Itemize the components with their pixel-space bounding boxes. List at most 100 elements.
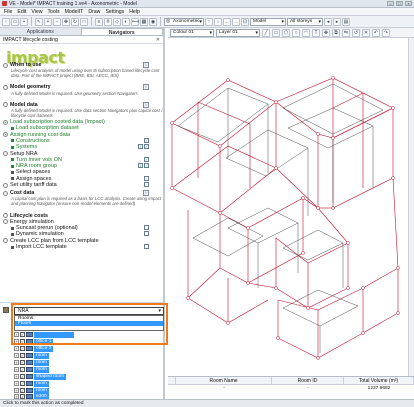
tree-item[interactable]: + ✓ room	[14, 366, 49, 373]
tree-item[interactable]: + ✓ shaped room	[14, 373, 66, 380]
new-icon[interactable]: ▫	[2, 17, 10, 26]
measure-icon[interactable]: ⟷	[131, 17, 139, 26]
model-select[interactable]: Model	[250, 17, 286, 26]
select-icon[interactable]: ↖	[35, 17, 43, 26]
col-room-name[interactable]: Room Name	[176, 377, 272, 385]
menu-file[interactable]: File	[4, 9, 12, 15]
line-icon[interactable]: ╱	[262, 28, 270, 37]
tree-item[interactable]: + ✓ office 1	[14, 338, 54, 345]
layer-select[interactable]: Layer 01	[216, 28, 260, 37]
action-assign-spaces[interactable]: Assign spaces	[16, 176, 51, 182]
room-group-select[interactable]: NRA	[14, 307, 164, 315]
layers-icon[interactable]: ≡	[95, 17, 103, 26]
storeys-select[interactable]: All storeys	[287, 17, 323, 26]
info-icon[interactable]: i	[143, 84, 149, 91]
action-utility-tariff[interactable]: Set utility tariff data	[10, 182, 57, 188]
option-floors[interactable]: Floors	[15, 321, 163, 326]
tariff-checkbox[interactable]	[144, 181, 149, 187]
zoom-in-icon[interactable]: +	[44, 17, 52, 26]
rotate-obj-icon[interactable]: ↺	[352, 28, 360, 37]
redo-icon[interactable]: ↷	[382, 28, 390, 37]
storey-next-icon[interactable]: ▸	[333, 17, 341, 26]
mirror-icon[interactable]: ⇋	[342, 28, 350, 37]
action-setup-nra[interactable]: Setup NRA	[10, 151, 38, 157]
step-radio[interactable]	[3, 238, 8, 244]
action-load-dataset[interactable]: Load subscription dataset	[16, 125, 79, 131]
view-down-icon[interactable]: ↓	[214, 17, 222, 26]
view-left-icon[interactable]: ←	[223, 17, 231, 26]
minimize-button[interactable]: –	[387, 1, 394, 6]
close-button[interactable]: ×	[405, 1, 412, 6]
col-total-volume[interactable]: Total Volume (m³)	[344, 377, 414, 385]
step-radio[interactable]	[3, 62, 8, 68]
open-icon[interactable]: ▭	[11, 17, 19, 26]
view-right-icon[interactable]: →	[232, 17, 240, 26]
action-energy-simulation[interactable]: Energy simulation	[10, 219, 54, 225]
poly-icon[interactable]: ⬠	[282, 28, 290, 37]
render-icon[interactable]: ◐	[122, 17, 130, 26]
circle-icon[interactable]: ○	[292, 28, 300, 37]
fit-icon[interactable]: □	[80, 17, 88, 26]
info-icon[interactable]: i	[143, 190, 149, 197]
tab-applications[interactable]: Applications	[0, 28, 81, 35]
menu-settings[interactable]: Settings	[105, 9, 124, 15]
step-radio[interactable]	[3, 213, 8, 219]
nra-checkbox[interactable]: ✓	[144, 162, 149, 168]
action-create-lcc[interactable]: Create LCC plan from LCC template	[10, 238, 99, 244]
move-icon[interactable]: ✥	[322, 28, 330, 37]
action-nra-room-group[interactable]: NRA room group	[16, 163, 57, 169]
action-dynamic-simulation[interactable]: Dynamic simulation	[16, 231, 64, 237]
storey-all-icon[interactable]: ▤	[342, 17, 350, 26]
menu-help[interactable]: Help	[129, 9, 140, 15]
viewport-scrollbar[interactable]	[408, 38, 414, 376]
action-suncast[interactable]: Suncast prerun (optional)	[16, 225, 78, 231]
tree-item[interactable]: + ✓	[14, 331, 74, 338]
step-radio[interactable]	[3, 119, 8, 125]
menu-draw[interactable]: Draw	[88, 9, 100, 15]
view-up-icon[interactable]: ↑	[205, 17, 213, 26]
copy-icon[interactable]: ⧉	[332, 28, 340, 37]
save-icon[interactable]: ▪	[20, 17, 28, 26]
action-select-spaces[interactable]: Select spaces	[16, 169, 50, 175]
info-icon[interactable]: i	[138, 144, 143, 150]
step-radio[interactable]	[3, 219, 8, 225]
step-radio[interactable]	[3, 132, 8, 138]
storey-prev-icon[interactable]: ◂	[324, 17, 332, 26]
zoom-out-icon[interactable]: −	[53, 17, 61, 26]
tree-item[interactable]: + ✓ room	[14, 359, 49, 366]
close-icon[interactable]: ✕	[156, 37, 160, 43]
pan-icon[interactable]: ✥	[62, 17, 70, 26]
model-viewport[interactable]	[168, 38, 414, 376]
arc-icon[interactable]: ◠	[302, 28, 310, 37]
maximize-button[interactable]: □	[396, 1, 403, 6]
rect-icon[interactable]: ▭	[272, 28, 280, 37]
text-icon[interactable]: T	[312, 28, 320, 37]
action-constructions[interactable]: Constructions	[16, 138, 50, 144]
action-import-lcc[interactable]: Import LCC template	[16, 244, 67, 250]
info-icon[interactable]: i	[143, 62, 149, 68]
step-radio[interactable]	[3, 84, 8, 90]
undo-icon[interactable]: ↶	[372, 28, 380, 37]
menu-modelit[interactable]: ModelIT	[65, 9, 84, 15]
view-front-icon[interactable]: ⊡	[241, 17, 249, 26]
info-icon[interactable]: i	[138, 162, 143, 168]
step-radio[interactable]	[3, 151, 8, 157]
systems-checkbox[interactable]: ✓	[144, 144, 149, 150]
col-room-id[interactable]: Room ID	[272, 377, 344, 385]
assign-spaces-checkbox[interactable]	[144, 175, 149, 181]
turn-on-checkbox[interactable]: ✓	[144, 156, 149, 162]
constructions-checkbox[interactable]: ✓	[144, 137, 149, 143]
import-lcc-checkbox[interactable]	[144, 243, 149, 249]
action-systems[interactable]: Systems	[16, 144, 37, 150]
menu-tools[interactable]: Tools	[47, 9, 59, 15]
step-radio[interactable]	[3, 102, 8, 108]
colour-select[interactable]: Colour 01	[170, 28, 214, 37]
snap-icon[interactable]: ◇	[113, 17, 121, 26]
camera-icon[interactable]: ◉	[149, 17, 157, 26]
menu-view[interactable]: View	[31, 9, 42, 15]
step-radio[interactable]	[3, 182, 8, 188]
tab-navigators[interactable]: Navigators	[80, 28, 163, 36]
step-radio[interactable]	[3, 190, 8, 196]
section-icon[interactable]: ▦	[140, 17, 148, 26]
menu-edit[interactable]: Edit	[17, 9, 26, 15]
